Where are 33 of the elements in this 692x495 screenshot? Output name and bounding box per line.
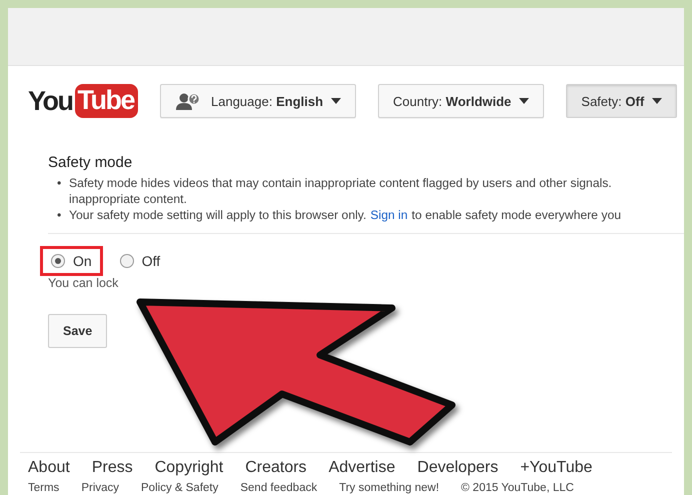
footer-link[interactable]: Terms — [28, 481, 60, 495]
radio-icon[interactable] — [120, 254, 134, 268]
lock-note: You can lock — [48, 276, 120, 290]
footer-link[interactable]: Creators — [245, 459, 307, 477]
footer-link[interactable]: Copyright — [154, 459, 224, 477]
bullet-text: Your safety mode setting will apply to this browser only. — [69, 207, 366, 223]
caret-icon — [331, 98, 342, 104]
footer-link[interactable]: Advertise — [328, 459, 396, 477]
section-title: Safety mode — [48, 154, 134, 171]
radio-option[interactable]: Off — [108, 246, 172, 276]
caret-icon — [519, 98, 530, 104]
bullet-marker: • — [57, 175, 62, 192]
save-button[interactable]: Save — [48, 314, 108, 348]
footer-link[interactable]: +YouTube — [520, 459, 592, 477]
footer-link[interactable]: About — [28, 459, 70, 477]
footer-link[interactable]: Developers — [417, 459, 498, 477]
dropdown-button[interactable]: Safety: Off — [566, 84, 678, 118]
footer-link[interactable]: Press — [92, 459, 133, 477]
footer-link[interactable]: Policy & Safety — [141, 481, 218, 495]
footer-link[interactable]: Send feedback — [240, 481, 318, 495]
radio-icon[interactable] — [51, 254, 65, 268]
dropdown-button[interactable]: Country: Worldwide — [378, 84, 544, 118]
footer-link[interactable]: Privacy — [81, 481, 120, 495]
dropdown-button[interactable]: Language: English — [160, 84, 356, 118]
caret-icon — [652, 98, 662, 104]
radio-option[interactable]: On — [40, 246, 103, 276]
bullet-marker: • — [57, 207, 62, 223]
bullet-text: to enable safety mode everywhere you — [412, 207, 621, 223]
sign-in-link[interactable]: Sign in — [370, 207, 408, 223]
bullet-text: inappropriate content. — [69, 191, 187, 207]
bullet-text: Safety mode hides videos that may contain inappropriate content flagged by users and other signals. — [69, 175, 612, 191]
footer-link[interactable]: © 2015 YouTube, LLC — [461, 481, 574, 495]
footer-link[interactable]: Try something new! — [339, 481, 440, 495]
